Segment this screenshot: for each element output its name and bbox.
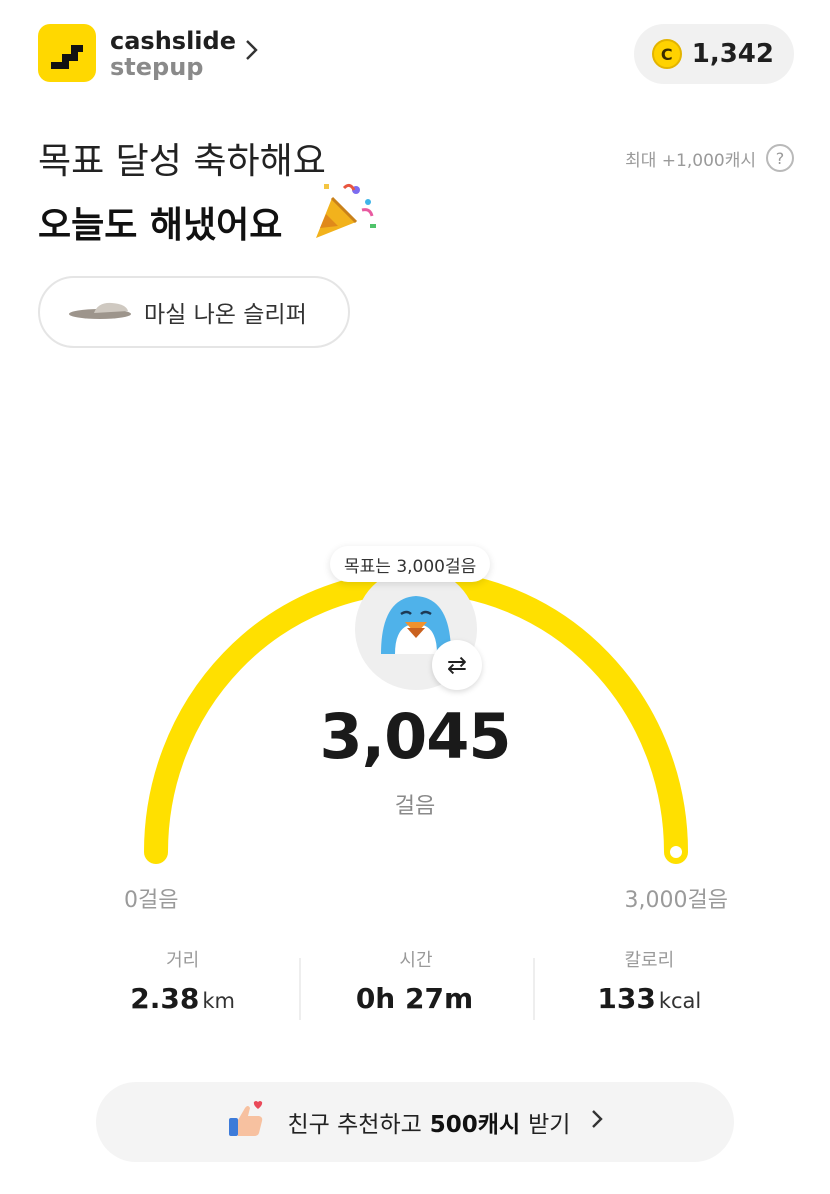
gauge-max-label: 3,000걸음: [624, 888, 728, 913]
stat-value: 2.38: [130, 982, 200, 1015]
chevron-right-icon: [590, 1107, 604, 1137]
step-unit: 걸음: [394, 794, 436, 819]
stat-label: 시간: [399, 950, 433, 971]
app-header: cashslide stepup C 1,342: [38, 24, 794, 86]
gauge-min-label: 0걸음: [124, 888, 179, 913]
stat-unit: km: [202, 989, 236, 1013]
invite-text-bold: 500캐시: [429, 1112, 521, 1138]
done-title: 오늘도 해냈어요: [38, 205, 283, 246]
activity-stats: 거리 2.38 km 시간 0h 27m 칼로리 133 kcal: [66, 946, 766, 1026]
invite-text-a: 친구 추천하고: [287, 1112, 422, 1138]
cash-balance: 1,342: [691, 39, 774, 69]
coin-icon: C: [651, 39, 682, 69]
gauge-end-knob: [670, 846, 682, 858]
stat-value: 133: [597, 982, 656, 1015]
stat-unit: kcal: [658, 989, 702, 1013]
swap-icon[interactable]: ⇄: [432, 640, 482, 690]
help-icon[interactable]: ?: [766, 144, 794, 172]
congrats-title: 목표 달성 축하해요: [38, 141, 326, 182]
thumbs-up-icon: [226, 1100, 266, 1144]
cashslide-logo-icon[interactable]: [38, 24, 96, 82]
character-item-button[interactable]: 마실 나온 슬리퍼: [38, 276, 350, 348]
stat-time: 시간 0h 27m: [299, 946, 532, 1026]
item-label: 마실 나온 슬리퍼: [144, 302, 307, 328]
invite-friend-button[interactable]: 친구 추천하고 500캐시 받기: [96, 1082, 734, 1162]
goal-tooltip: 목표는 3,000걸음: [330, 546, 491, 582]
stat-distance: 거리 2.38 km: [66, 946, 299, 1026]
brand-name[interactable]: cashslide stepup: [110, 28, 236, 80]
brand-line-2: stepup: [110, 53, 204, 81]
stat-value: 0h 27m: [355, 982, 474, 1015]
slipper-icon: [68, 299, 132, 325]
stat-label: 거리: [166, 950, 200, 971]
stat-label: 칼로리: [624, 950, 675, 971]
invite-text-b: 받기: [528, 1112, 571, 1138]
stat-calories: 칼로리 133 kcal: [532, 946, 766, 1026]
cash-balance-button[interactable]: C 1,342: [633, 24, 794, 84]
max-cash-text: 최대 +1,000캐시: [625, 150, 756, 171]
chevron-right-icon[interactable]: [244, 38, 260, 69]
max-cash-info[interactable]: 최대 +1,000캐시 ?: [625, 144, 794, 172]
step-count: 3,045: [319, 700, 511, 773]
party-popper-icon: [310, 180, 380, 248]
brand-line-1: cashslide: [110, 27, 236, 55]
